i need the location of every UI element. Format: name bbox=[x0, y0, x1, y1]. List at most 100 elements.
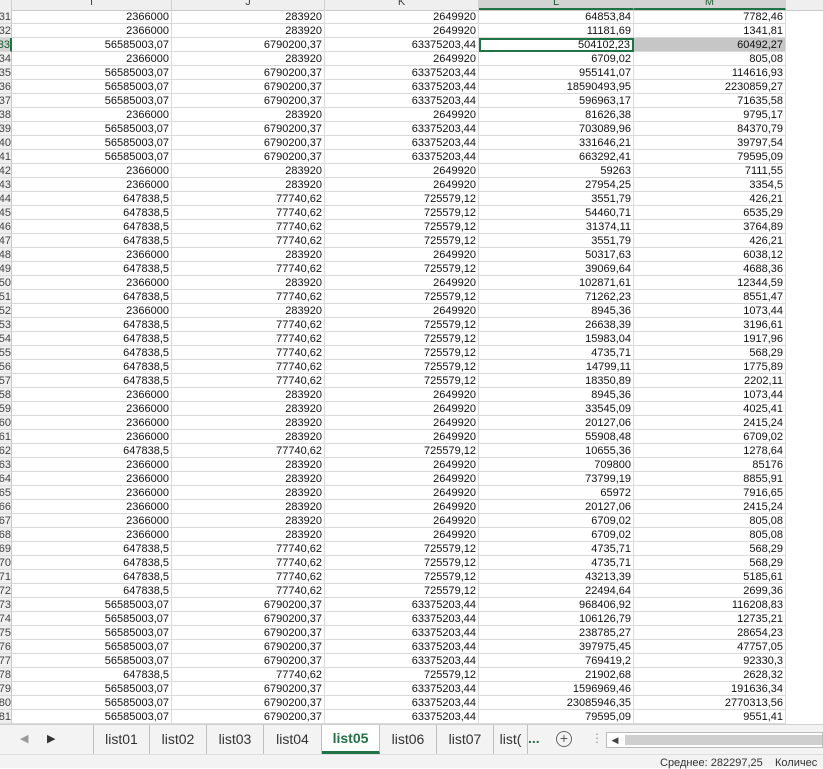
cell-i[interactable]: 2366000 bbox=[12, 514, 172, 528]
cell-l[interactable]: 20127,06 bbox=[479, 416, 634, 430]
cell-j[interactable]: 6790200,37 bbox=[172, 80, 325, 94]
cell-k[interactable]: 63375203,44 bbox=[325, 640, 479, 654]
cell-k[interactable]: 63375203,44 bbox=[325, 150, 479, 164]
cell-m[interactable]: 568,29 bbox=[634, 542, 786, 556]
sheet-tab-list03[interactable]: list03 bbox=[207, 725, 264, 754]
cell-i[interactable]: 56585003,07 bbox=[12, 80, 172, 94]
cell-k[interactable]: 725579,12 bbox=[325, 318, 479, 332]
cell-i[interactable]: 647838,5 bbox=[12, 192, 172, 206]
cell-i[interactable]: 647838,5 bbox=[12, 262, 172, 276]
cell-l[interactable]: 73799,19 bbox=[479, 472, 634, 486]
cell-k[interactable]: 2649920 bbox=[325, 10, 479, 24]
cell-j[interactable]: 6790200,37 bbox=[172, 640, 325, 654]
cell-m[interactable]: 12735,21 bbox=[634, 612, 786, 626]
cell-l[interactable]: 6709,02 bbox=[479, 52, 634, 66]
cell-k[interactable]: 2649920 bbox=[325, 108, 479, 122]
column-header-l[interactable]: L bbox=[479, 0, 634, 10]
row-header[interactable]: 81 bbox=[0, 710, 12, 724]
row-header[interactable]: 33 bbox=[0, 38, 12, 52]
row-header[interactable]: 63 bbox=[0, 458, 12, 472]
horizontal-scrollbar[interactable]: ◀ bbox=[606, 732, 823, 748]
cell-j[interactable]: 77740,62 bbox=[172, 206, 325, 220]
scrollbar-thumb[interactable] bbox=[625, 735, 822, 745]
cell-l[interactable]: 23085946,35 bbox=[479, 696, 634, 710]
cell-k[interactable]: 63375203,44 bbox=[325, 612, 479, 626]
cell-l[interactable]: 1596969,46 bbox=[479, 682, 634, 696]
cell-i[interactable]: 56585003,07 bbox=[12, 150, 172, 164]
cell-j[interactable]: 283920 bbox=[172, 514, 325, 528]
cell-i[interactable]: 56585003,07 bbox=[12, 38, 172, 52]
cell-j[interactable]: 283920 bbox=[172, 430, 325, 444]
cell-i[interactable]: 56585003,07 bbox=[12, 626, 172, 640]
row-header[interactable]: 68 bbox=[0, 528, 12, 542]
cell-k[interactable]: 2649920 bbox=[325, 402, 479, 416]
column-header-k[interactable]: K bbox=[325, 0, 479, 10]
cell-j[interactable]: 283920 bbox=[172, 24, 325, 38]
row-header[interactable]: 73 bbox=[0, 598, 12, 612]
cell-k[interactable]: 725579,12 bbox=[325, 542, 479, 556]
cell-m[interactable]: 79595,09 bbox=[634, 150, 786, 164]
cell-i[interactable]: 647838,5 bbox=[12, 668, 172, 682]
row-header[interactable]: 71 bbox=[0, 570, 12, 584]
row-header[interactable]: 37 bbox=[0, 94, 12, 108]
cell-m[interactable]: 7782,46 bbox=[634, 10, 786, 24]
cell-k[interactable]: 2649920 bbox=[325, 486, 479, 500]
cell-k[interactable]: 725579,12 bbox=[325, 556, 479, 570]
cell-m[interactable]: 71635,58 bbox=[634, 94, 786, 108]
cell-l[interactable]: 663292,41 bbox=[479, 150, 634, 164]
cell-m[interactable]: 1073,44 bbox=[634, 304, 786, 318]
cell-i[interactable]: 2366000 bbox=[12, 10, 172, 24]
cell-i[interactable]: 647838,5 bbox=[12, 584, 172, 598]
cell-k[interactable]: 63375203,44 bbox=[325, 654, 479, 668]
sheet-tab-list02[interactable]: list02 bbox=[150, 725, 207, 754]
sheet-tab-list04[interactable]: list04 bbox=[264, 725, 322, 754]
cell-k[interactable]: 2649920 bbox=[325, 528, 479, 542]
column-header-j[interactable]: J bbox=[172, 0, 325, 10]
cell-m[interactable]: 426,21 bbox=[634, 234, 786, 248]
cell-i[interactable]: 2366000 bbox=[12, 248, 172, 262]
cell-m[interactable]: 85176 bbox=[634, 458, 786, 472]
cell-i[interactable]: 2366000 bbox=[12, 430, 172, 444]
cell-j[interactable]: 6790200,37 bbox=[172, 682, 325, 696]
column-header-m[interactable]: M bbox=[634, 0, 786, 10]
cell-l[interactable]: 81626,38 bbox=[479, 108, 634, 122]
cell-k[interactable]: 2649920 bbox=[325, 52, 479, 66]
cell-j[interactable]: 283920 bbox=[172, 458, 325, 472]
row-header[interactable]: 42 bbox=[0, 164, 12, 178]
cell-j[interactable]: 6790200,37 bbox=[172, 612, 325, 626]
row-header[interactable]: 39 bbox=[0, 122, 12, 136]
cell-k[interactable]: 63375203,44 bbox=[325, 122, 479, 136]
cell-m[interactable]: 2415,24 bbox=[634, 500, 786, 514]
cell-i[interactable]: 2366000 bbox=[12, 304, 172, 318]
cell-l[interactable]: 18590493,95 bbox=[479, 80, 634, 94]
cell-m[interactable]: 39797,54 bbox=[634, 136, 786, 150]
cell-j[interactable]: 6790200,37 bbox=[172, 626, 325, 640]
cell-m[interactable]: 2202,11 bbox=[634, 374, 786, 388]
cell-j[interactable]: 283920 bbox=[172, 52, 325, 66]
cell-m[interactable]: 805,08 bbox=[634, 528, 786, 542]
cell-l[interactable]: 6709,02 bbox=[479, 528, 634, 542]
cell-m[interactable]: 28654,23 bbox=[634, 626, 786, 640]
cell-i[interactable]: 2366000 bbox=[12, 164, 172, 178]
tab-overflow-indicator[interactable]: ... bbox=[528, 725, 540, 754]
cell-i[interactable]: 2366000 bbox=[12, 388, 172, 402]
cell-l[interactable]: 102871,61 bbox=[479, 276, 634, 290]
cell-k[interactable]: 725579,12 bbox=[325, 234, 479, 248]
cell-m[interactable]: 568,29 bbox=[634, 556, 786, 570]
cell-m[interactable]: 6535,29 bbox=[634, 206, 786, 220]
cell-i[interactable]: 647838,5 bbox=[12, 234, 172, 248]
cell-i[interactable]: 56585003,07 bbox=[12, 66, 172, 80]
cell-i[interactable]: 56585003,07 bbox=[12, 94, 172, 108]
cell-i[interactable]: 2366000 bbox=[12, 472, 172, 486]
cell-k[interactable]: 2649920 bbox=[325, 458, 479, 472]
cell-j[interactable]: 6790200,37 bbox=[172, 94, 325, 108]
cell-j[interactable]: 283920 bbox=[172, 486, 325, 500]
row-header[interactable]: 74 bbox=[0, 612, 12, 626]
cell-m[interactable]: 805,08 bbox=[634, 514, 786, 528]
cell-j[interactable]: 283920 bbox=[172, 178, 325, 192]
row-header[interactable]: 70 bbox=[0, 556, 12, 570]
row-header[interactable]: 41 bbox=[0, 150, 12, 164]
cell-j[interactable]: 77740,62 bbox=[172, 332, 325, 346]
cell-j[interactable]: 77740,62 bbox=[172, 192, 325, 206]
row-header[interactable]: 67 bbox=[0, 514, 12, 528]
